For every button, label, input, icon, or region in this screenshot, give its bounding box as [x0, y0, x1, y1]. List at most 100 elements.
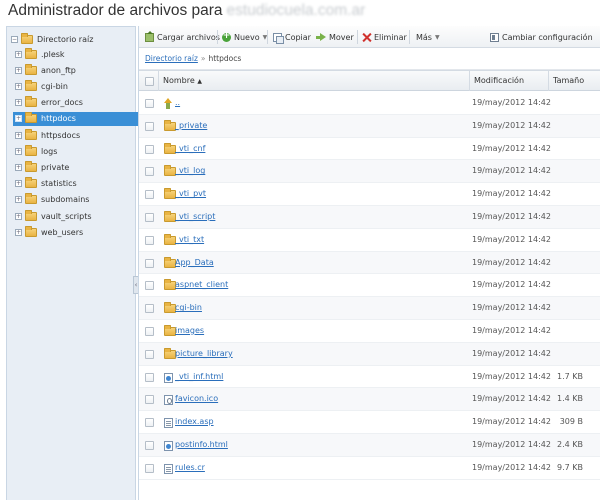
expand-icon[interactable]: + — [15, 180, 22, 188]
table-row[interactable]: picture_library 19/may/2012 14:42 — [139, 342, 600, 366]
expand-icon[interactable]: + — [15, 82, 22, 90]
file-name-link[interactable]: _vti_log — [175, 160, 205, 182]
sidebar-folder-item[interactable]: + cgi-bin — [15, 79, 137, 93]
table-row[interactable]: App_Data 19/may/2012 14:42 — [139, 251, 600, 275]
table-row[interactable]: _vti_log 19/may/2012 14:42 — [139, 160, 600, 184]
sidebar-folder-item[interactable]: + web_users — [15, 225, 137, 239]
table-row[interactable]: _vti_inf.html 19/may/2012 14:42 1.7 KB — [139, 366, 600, 389]
column-header-name[interactable]: Nombre ▲ — [163, 71, 202, 91]
row-checkbox[interactable] — [145, 326, 154, 336]
file-name-link[interactable]: _vti_script — [175, 206, 215, 228]
move-button[interactable]: Mover — [316, 26, 354, 48]
file-modified: 19/may/2012 14:42 — [472, 417, 551, 427]
row-checkbox[interactable] — [145, 235, 154, 245]
file-name-link[interactable]: .. — [175, 92, 180, 114]
toolbar: Cargar archivos Nuevo ▼ Copiar Mover Eli… — [139, 26, 600, 48]
file-name-link[interactable]: index.asp — [175, 411, 214, 433]
tree-root[interactable]: − Directorio raíz — [11, 32, 93, 46]
table-row[interactable]: aspnet_client 19/may/2012 14:42 — [139, 274, 600, 298]
sidebar-folder-item[interactable]: + httpsdocs — [15, 128, 137, 142]
expand-icon[interactable]: + — [15, 99, 22, 107]
table-row[interactable]: postinfo.html 19/may/2012 14:42 2.4 KB — [139, 433, 600, 457]
file-name-link[interactable]: _vti_cnf — [175, 138, 205, 160]
table-row[interactable]: .. 19/may/2012 14:42 — [139, 92, 600, 115]
tree-root-label: Directorio raíz — [37, 34, 94, 44]
delete-button[interactable]: Eliminar — [362, 26, 407, 48]
file-name-link[interactable]: App_Data — [175, 252, 214, 274]
upload-button[interactable]: Cargar archivos — [145, 26, 220, 48]
expand-icon[interactable]: + — [15, 212, 22, 220]
file-name-link[interactable]: postinfo.html — [175, 434, 228, 456]
row-checkbox[interactable] — [145, 418, 154, 428]
collapse-icon[interactable]: − — [11, 35, 18, 43]
table-row[interactable]: _vti_cnf 19/may/2012 14:42 — [139, 138, 600, 161]
sidebar-folder-item[interactable]: + private — [15, 160, 137, 174]
file-name-link[interactable]: aspnet_client — [175, 274, 228, 296]
expand-icon[interactable]: + — [15, 50, 22, 58]
file-name-link[interactable]: _private — [175, 115, 207, 137]
row-checkbox[interactable] — [145, 212, 154, 222]
file-name-link[interactable]: favicon.ico — [175, 388, 218, 410]
table-row[interactable]: index.asp 19/may/2012 14:42 309 B — [139, 411, 600, 434]
more-label: Más — [416, 32, 432, 42]
folder-tree-sidebar: − Directorio raíz + .plesk + anon_ftp + cgi-b… — [6, 26, 138, 500]
file-size: 1.4 KB — [557, 394, 583, 404]
row-checkbox[interactable] — [145, 395, 154, 405]
sidebar-folder-item[interactable]: + error_docs — [15, 96, 137, 110]
sidebar-folder-item[interactable]: + httpdocs — [13, 111, 138, 126]
page-title: Administrador de archivos para estudiocue… — [8, 0, 365, 24]
table-row[interactable]: rules.cr 19/may/2012 14:42 9.7 KB — [139, 457, 600, 480]
new-button[interactable]: Nuevo ▼ — [222, 26, 267, 48]
file-name-link[interactable]: _vti_pvt — [175, 183, 206, 205]
sidebar-folder-item[interactable]: + statistics — [15, 177, 137, 191]
file-name-link[interactable]: cgi-bin — [175, 297, 202, 319]
row-checkbox[interactable] — [145, 121, 154, 131]
table-row[interactable]: _vti_script 19/may/2012 14:42 — [139, 205, 600, 229]
expand-icon[interactable]: + — [15, 196, 22, 204]
row-checkbox[interactable] — [145, 463, 154, 473]
folder-icon — [25, 193, 37, 205]
row-checkbox[interactable] — [145, 440, 154, 450]
row-checkbox[interactable] — [145, 144, 154, 154]
sidebar-folder-label: logs — [41, 146, 58, 156]
file-name-link[interactable]: rules.cr — [175, 457, 205, 479]
table-row[interactable]: cgi-bin 19/may/2012 14:42 — [139, 297, 600, 320]
copy-button[interactable]: Copiar — [273, 26, 311, 48]
expand-icon[interactable]: + — [15, 115, 22, 123]
column-header-size[interactable]: Tamaño — [553, 71, 584, 91]
row-checkbox[interactable] — [145, 167, 154, 177]
table-row[interactable]: _private 19/may/2012 14:42 — [139, 114, 600, 138]
sidebar-folder-item[interactable]: + vault_scripts — [15, 209, 137, 223]
file-name-link[interactable]: _vti_inf.html — [175, 366, 223, 388]
row-checkbox[interactable] — [145, 304, 154, 314]
expand-icon[interactable]: + — [15, 163, 22, 171]
table-row[interactable]: favicon.ico 19/may/2012 14:42 1.4 KB — [139, 388, 600, 412]
file-name-link[interactable]: _vti_txt — [175, 229, 204, 251]
breadcrumb-root-link[interactable]: Directorio raíz — [145, 54, 198, 63]
table-row[interactable]: images 19/may/2012 14:42 — [139, 320, 600, 343]
file-name-link[interactable]: images — [175, 320, 204, 342]
row-checkbox[interactable] — [145, 349, 154, 359]
sidebar-folder-item[interactable]: + logs — [15, 144, 137, 158]
table-row[interactable]: _vti_pvt 19/may/2012 14:42 — [139, 183, 600, 206]
row-checkbox[interactable] — [145, 281, 154, 291]
expand-icon[interactable]: + — [15, 66, 22, 74]
row-checkbox[interactable] — [145, 99, 154, 108]
file-name-link[interactable]: picture_library — [175, 343, 233, 365]
row-checkbox[interactable] — [145, 258, 154, 268]
row-checkbox[interactable] — [145, 372, 154, 382]
table-row[interactable]: _vti_txt 19/may/2012 14:42 — [139, 229, 600, 252]
row-checkbox[interactable] — [145, 190, 154, 200]
expand-icon[interactable]: + — [15, 131, 22, 139]
column-header-modified[interactable]: Modificación — [474, 71, 524, 91]
text-file-icon — [164, 418, 173, 429]
sidebar-folder-item[interactable]: + anon_ftp — [15, 63, 137, 77]
select-all-checkbox[interactable] — [145, 77, 154, 86]
expand-icon[interactable]: + — [15, 147, 22, 155]
expand-icon[interactable]: + — [15, 228, 22, 236]
change-settings-button[interactable]: Cambiar configuración — [490, 26, 593, 48]
more-button[interactable]: Más ▼ — [416, 26, 440, 48]
sidebar-folder-item[interactable]: + subdomains — [15, 193, 137, 207]
folder-icon — [25, 160, 37, 172]
sidebar-folder-item[interactable]: + .plesk — [15, 47, 137, 61]
